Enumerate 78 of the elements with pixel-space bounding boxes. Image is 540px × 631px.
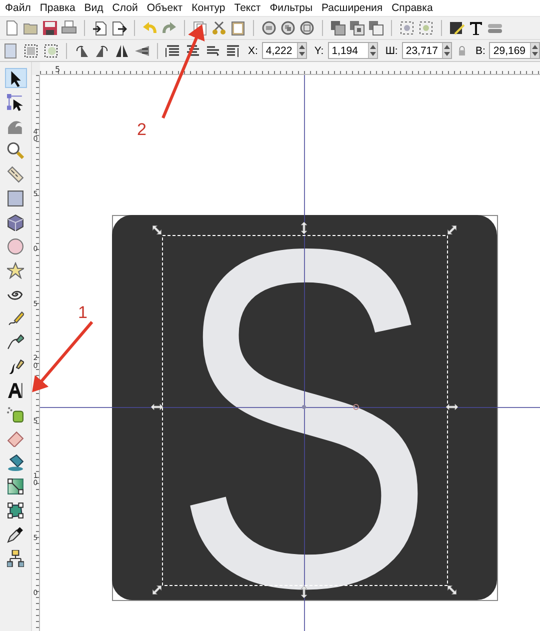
menu-item[interactable]: Текст: [230, 2, 266, 14]
ruler-label: 5: [55, 65, 60, 74]
pen-nib-icon[interactable]: [7, 334, 24, 350]
annotation-number: 1: [78, 303, 88, 322]
deselect-icon[interactable]: [43, 42, 59, 58]
spin-arrows-icon[interactable]: [368, 43, 378, 58]
copy-icon[interactable]: [192, 20, 208, 36]
text-tool-icon[interactable]: [7, 382, 24, 398]
select-all-icon[interactable]: [23, 42, 39, 58]
raise-to-top-icon[interactable]: [165, 42, 181, 58]
zoom-icon[interactable]: [299, 20, 315, 36]
rotation-center-marker[interactable]: [353, 404, 359, 410]
spin-arrows-icon[interactable]: [530, 43, 539, 58]
menu-item[interactable]: Справка: [388, 2, 438, 14]
zoom-icon[interactable]: [7, 142, 24, 158]
scissors-icon[interactable]: [211, 20, 227, 36]
zoom-icon[interactable]: [280, 20, 296, 36]
star-icon[interactable]: [7, 262, 24, 278]
raise-icon[interactable]: [185, 42, 201, 58]
scale-handle[interactable]: [446, 404, 458, 410]
spray-can-icon[interactable]: [7, 406, 24, 422]
spin-arrows-icon[interactable]: [442, 43, 452, 58]
menu-item[interactable]: Вид: [80, 2, 108, 14]
menu-item[interactable]: Объект: [142, 2, 188, 14]
scale-handle[interactable]: [150, 404, 164, 410]
annotation-number: 2: [137, 120, 146, 139]
menu-item[interactable]: Контур: [188, 2, 230, 14]
export-icon[interactable]: [111, 20, 127, 36]
scale-handle[interactable]: [448, 226, 456, 234]
eraser-icon[interactable]: [7, 430, 24, 446]
paint-bucket-icon[interactable]: [7, 454, 24, 470]
circle-icon[interactable]: [7, 238, 24, 254]
text-icon[interactable]: [468, 20, 484, 36]
number-field[interactable]: 29,169: [489, 42, 540, 59]
scale-handle[interactable]: [152, 586, 162, 594]
scale-handle[interactable]: [300, 222, 308, 234]
coordinate-label: Y:: [314, 44, 324, 56]
clipboard-icon[interactable]: [230, 20, 246, 36]
number-field[interactable]: 4,222: [262, 42, 308, 59]
flip-icon[interactable]: [114, 42, 130, 58]
annotation-arrow: [32, 321, 94, 392]
square-icon[interactable]: [7, 190, 24, 206]
number-field[interactable]: 1,194: [328, 42, 378, 59]
menu-item[interactable]: Слой: [108, 2, 143, 14]
node-arrow-icon[interactable]: [7, 94, 24, 110]
coordinate-label: X:: [248, 44, 258, 56]
menu-item[interactable]: Файл: [1, 2, 36, 14]
ruler-icon[interactable]: [7, 166, 24, 182]
letter-shape[interactable]: S: [172, 150, 436, 631]
gradient-square-icon[interactable]: [7, 478, 24, 494]
lower-to-bottom-icon[interactable]: [225, 42, 241, 58]
pen-square-icon[interactable]: [449, 20, 465, 36]
coordinate-label: В:: [475, 44, 486, 56]
cube-icon[interactable]: [7, 214, 24, 230]
dotted-frame-icon[interactable]: [399, 20, 415, 36]
stacked-squares-icon[interactable]: [330, 20, 346, 36]
spin-arrows-icon[interactable]: [297, 43, 306, 58]
rounded-square[interactable]: [112, 215, 497, 600]
menu-item[interactable]: Правка: [36, 2, 80, 14]
scale-handle[interactable]: [152, 226, 162, 234]
scale-handle[interactable]: [448, 586, 456, 594]
redo-icon[interactable]: [161, 20, 177, 36]
calligraphy-pen-icon[interactable]: [7, 358, 24, 374]
number-field[interactable]: 23,717: [402, 42, 452, 59]
menu-item[interactable]: Расширения: [318, 2, 388, 14]
stacked-squares-icon[interactable]: [368, 20, 384, 36]
coordinate-label: Ш:: [385, 44, 398, 56]
document-icon[interactable]: [4, 20, 20, 36]
import-icon[interactable]: [92, 20, 108, 36]
pencil-icon[interactable]: [7, 310, 24, 326]
zoom-icon[interactable]: [261, 20, 277, 36]
menu-item[interactable]: Фильтры: [266, 2, 318, 14]
printer-icon[interactable]: [61, 20, 77, 36]
dotted-frame-icon[interactable]: [418, 20, 434, 36]
center-marker: [302, 405, 306, 409]
stacked-squares-icon[interactable]: [349, 20, 365, 36]
connector-icon[interactable]: [7, 550, 24, 566]
eyedropper-icon[interactable]: [7, 526, 24, 542]
